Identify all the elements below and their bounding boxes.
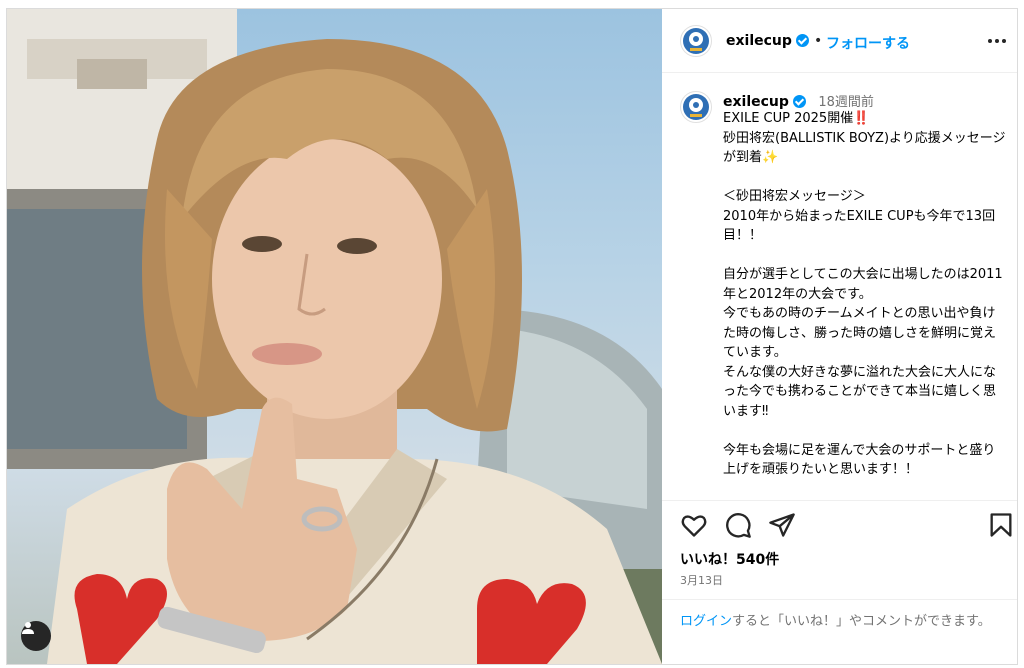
login-link[interactable]: ログイン <box>680 614 732 629</box>
heart-icon[interactable] <box>680 511 708 539</box>
more-dot-icon <box>988 39 992 43</box>
verified-badge-icon <box>795 34 809 47</box>
login-prompt-rest: すると「いいね！」やコメントができます。 <box>732 614 991 629</box>
more-dot-icon <box>1002 39 1006 43</box>
username[interactable]: exilecup <box>726 33 809 49</box>
bookmark-icon[interactable] <box>987 511 1015 539</box>
post-photo[interactable] <box>7 9 662 664</box>
follow-button[interactable]: フォローする <box>826 33 910 53</box>
caption-area: exilecup 18週間前 EXILE CUP 2025開催‼️ 砂田将宏(B… <box>662 73 1017 501</box>
login-prompt-text: ログインすると「いいね！」やコメントができます。 <box>680 612 1006 632</box>
post-date[interactable]: 3月13日 <box>680 572 723 588</box>
caption-avatar[interactable] <box>680 91 712 123</box>
action-bar <box>662 501 1017 551</box>
comment-icon[interactable] <box>724 511 752 539</box>
caption-header: exilecup 18週間前 <box>723 91 874 110</box>
avatar[interactable] <box>680 25 712 57</box>
instagram-post: exilecup • フォローする exilecup 18週間前 EXILE C… <box>6 8 1018 665</box>
login-prompt: ログインすると「いいね！」やコメントができます。 <box>662 599 1017 664</box>
likes-count[interactable]: いいね！540件 <box>680 549 779 569</box>
person-icon <box>22 622 34 634</box>
more-options-button[interactable] <box>984 25 1010 57</box>
verified-badge-icon <box>792 95 806 108</box>
send-icon[interactable] <box>768 511 796 539</box>
caption-text: EXILE CUP 2025開催‼️ 砂田将宏(BALLISTIK BOYZ)よ… <box>723 111 1006 477</box>
post-side-panel: exilecup • フォローする exilecup 18週間前 EXILE C… <box>662 9 1017 664</box>
separator-dot: • <box>814 33 823 49</box>
portrait-illustration <box>7 9 662 664</box>
username-text[interactable]: exilecup <box>726 33 792 49</box>
caption-username[interactable]: exilecup <box>723 94 789 110</box>
user-tag-icon[interactable] <box>21 621 51 651</box>
exilecup-logo-icon <box>683 28 709 54</box>
more-dot-icon <box>995 39 999 43</box>
post-time[interactable]: 18週間前 <box>818 95 874 110</box>
exilecup-logo-icon <box>683 94 709 120</box>
post-header: exilecup • フォローする <box>662 9 1017 73</box>
